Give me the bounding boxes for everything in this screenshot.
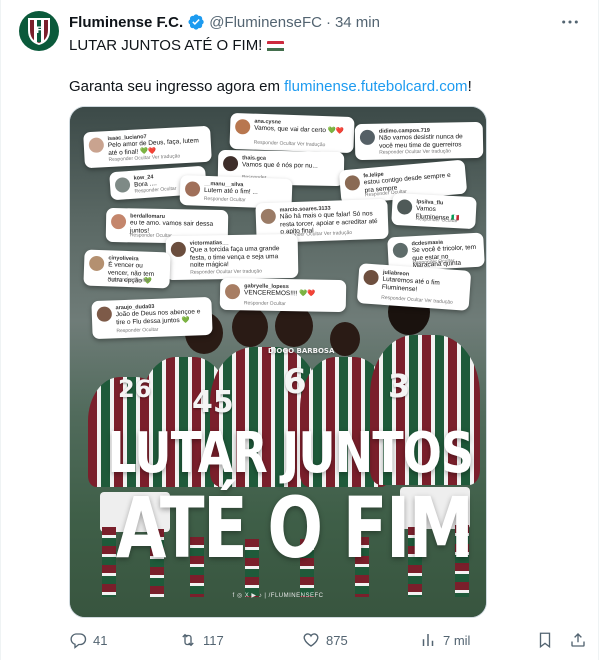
comment-actions: Responder Ocultar Ver tradução <box>253 139 326 149</box>
tweet-media-image[interactable]: 6 45 3 26 DIOGO BARBOSA isaac_luciano7 P… <box>69 106 487 618</box>
comment-actions: Responder Ocultar <box>116 326 159 335</box>
hungary-flag-icon <box>267 40 285 52</box>
like-button[interactable]: 875 <box>302 628 348 652</box>
shirt-number: 45 <box>192 385 234 420</box>
heart-icon <box>303 633 319 647</box>
more-options-icon[interactable] <box>560 14 580 30</box>
tweet-text-suffix: ! <box>467 78 472 95</box>
like-count: 875 <box>326 632 348 648</box>
reply-button[interactable]: 41 <box>69 628 107 652</box>
comment-text: Vamos, que vai dar certo 💚❤️ <box>254 124 344 135</box>
comment-card: lpsilva_flu Vamos Fluminense 🇮🇹 Responde… <box>391 192 477 230</box>
comment-text: Que a torcida faça uma grande festa, o t… <box>189 245 280 269</box>
comment-actions: Responder Ocultar <box>107 276 150 284</box>
views-count: 7 mil <box>443 632 471 648</box>
shirt-number: 26 <box>118 375 152 403</box>
comment-actions: Responder Ocultar <box>415 216 458 225</box>
reply-count: 41 <box>93 632 108 648</box>
comment-text: João de Deus nos abençoe e tire o Flu de… <box>115 308 201 326</box>
bookmark-button[interactable] <box>536 628 554 652</box>
views-button[interactable]: 7 mil <box>419 628 470 652</box>
comment-text: VENCEREMOS!!!! 💚❤️ <box>243 289 316 298</box>
tweet-text-line2: Garanta seu ingresso agora em fluminense… <box>69 77 472 97</box>
comment-actions: Responder Ocultar <box>243 300 286 308</box>
comment-text: Lutaremos até o fim Fluminense! <box>381 275 441 293</box>
shirt-number: 6 <box>283 362 307 402</box>
comment-text: Vamos que é nós por nu... <box>241 161 318 170</box>
separator-dot: · <box>325 13 331 31</box>
repost-count: 117 <box>203 632 224 648</box>
comment-card: araujo_duda03 João de Deus nos abençoe e… <box>91 296 213 340</box>
tweet-actions-bar: 41 117 875 7 mil <box>69 628 589 652</box>
media-social-footer: f ◎ X ▶ ♪ | /FLUMINENSEFC <box>232 593 324 599</box>
comment-card: victormatias__ Que a torcida faça uma gr… <box>165 233 299 281</box>
comment-actions: Responder Ocultar Ver tradução <box>190 268 263 276</box>
share-button[interactable] <box>569 628 587 652</box>
tweet-timestamp[interactable]: 34 min <box>335 14 380 31</box>
verified-badge-icon <box>187 13 205 31</box>
comment-card: cinyoliveira É vencer ou vencer, não tem… <box>83 249 171 289</box>
shirt-name: DIOGO BARBOSA <box>268 347 335 355</box>
repost-button[interactable]: 117 <box>179 628 224 652</box>
media-headline-1: LUTAR JUNTOS <box>107 421 474 486</box>
media-headline-2: ATÉ O FIM <box>115 479 474 577</box>
account-handle[interactable]: @FluminenseFC <box>209 14 322 31</box>
comment-card: isaac_luciano7 Pelo amor de Deus, faça, … <box>83 125 212 169</box>
tweet-text-line1: LUTAR JUNTOS ATÉ O FIM! <box>69 36 285 56</box>
comment-actions: Responder Ocultar Ver tradução <box>380 294 453 306</box>
comment-card: juliabreon Lutaremos até o fim Fluminens… <box>356 263 472 311</box>
comment-actions: Responder Ocultar <box>203 195 246 204</box>
fluminense-crest-icon: F <box>28 18 50 45</box>
svg-text:F: F <box>36 26 42 36</box>
share-icon <box>571 633 585 647</box>
tweet-headline: LUTAR JUNTOS ATÉ O FIM! <box>69 37 263 54</box>
tweet-text-prefix: Garanta seu ingresso agora em <box>69 78 285 95</box>
tweet-container[interactable]: F Fluminense F.C. @FluminenseFC · 34 min… <box>0 0 599 660</box>
tweet-header: Fluminense F.C. @FluminenseFC · 34 min <box>69 12 380 32</box>
bookmark-icon <box>539 632 551 649</box>
comment-actions: Responder Ocultar Ver tradução <box>379 148 451 156</box>
account-name[interactable]: Fluminense F.C. <box>69 14 183 31</box>
comment-card: ana.cysne Vamos, que vai dar certo 💚❤️ R… <box>229 112 355 154</box>
comment-card: gabryelle_lopess VENCEREMOS!!!! 💚❤️ Resp… <box>219 277 347 313</box>
ticket-link[interactable]: fluminense.futebolcard.com <box>284 78 467 95</box>
avatar[interactable]: F <box>19 11 59 51</box>
comment-actions: Responder Ocultar <box>134 185 177 195</box>
reply-icon <box>70 633 87 649</box>
comment-card: didimo.campos.719 Não vamos desistir nun… <box>354 121 484 161</box>
repost-icon <box>182 633 194 647</box>
shirt-number: 3 <box>388 367 411 405</box>
analytics-icon <box>422 634 434 646</box>
